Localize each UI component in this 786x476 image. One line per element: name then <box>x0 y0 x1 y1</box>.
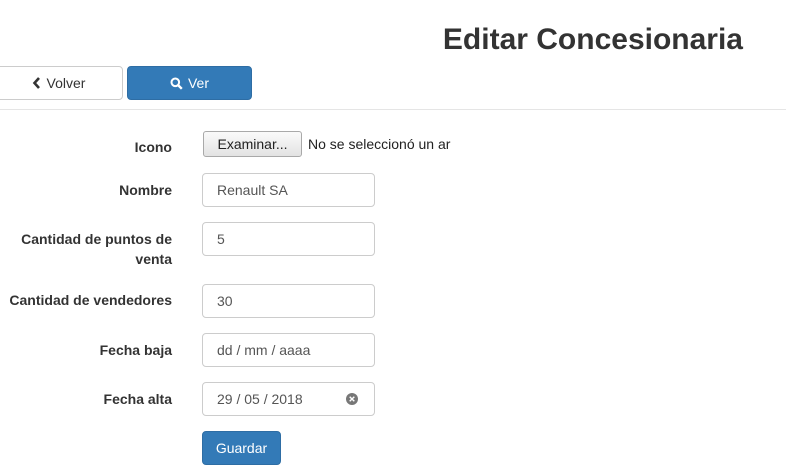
search-icon <box>170 77 183 90</box>
back-button-label: Volver <box>46 75 86 91</box>
save-button[interactable]: Guardar <box>202 431 281 465</box>
fecha-alta-label: Fecha alta <box>103 391 172 407</box>
fecha-baja-label: Fecha baja <box>99 342 172 358</box>
vendedores-input[interactable]: 30 <box>202 284 375 318</box>
fecha-alta-input[interactable]: 29 / 05 / 2018 <box>202 382 375 416</box>
fecha-baja-placeholder: dd / mm / aaaa <box>217 342 311 358</box>
back-button[interactable]: Volver <box>0 66 123 100</box>
vendedores-input-value: 30 <box>217 293 233 309</box>
nombre-label: Nombre <box>119 182 172 198</box>
nombre-input[interactable]: Renault SA <box>202 173 375 207</box>
puntos-venta-label: Cantidad de puntos de venta <box>21 231 172 267</box>
clear-date-icon[interactable] <box>346 393 358 405</box>
chevron-left-icon <box>32 77 42 89</box>
fecha-alta-input-value: 29 / 05 / 2018 <box>217 391 303 407</box>
vendedores-label: Cantidad de vendedores <box>9 292 172 308</box>
puntos-venta-input[interactable]: 5 <box>202 222 375 256</box>
fecha-baja-input[interactable]: dd / mm / aaaa <box>202 333 375 367</box>
puntos-venta-input-value: 5 <box>217 231 225 247</box>
view-button-label: Ver <box>187 75 209 91</box>
nombre-input-value: Renault SA <box>217 182 288 198</box>
page-title: Editar Concesionaria <box>442 23 743 56</box>
file-status-text: No se seleccionó un ar <box>308 136 451 152</box>
header-divider <box>0 109 786 110</box>
view-button[interactable]: Ver <box>127 66 252 100</box>
icono-label: Icono <box>134 139 172 155</box>
file-browse-button[interactable]: Examinar... <box>203 131 302 157</box>
